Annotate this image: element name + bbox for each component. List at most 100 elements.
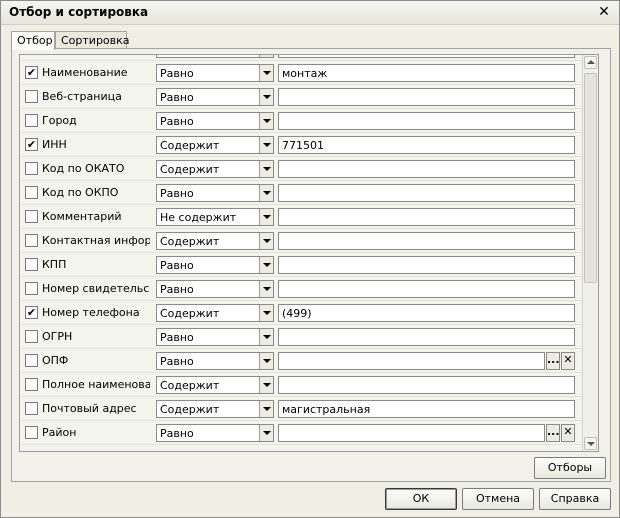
value-input[interactable] — [278, 88, 575, 106]
list-item: ✔ Наименование Равно монтаж — [20, 61, 592, 85]
filter-checkbox[interactable] — [25, 354, 38, 367]
filters-button[interactable]: Отборы — [534, 457, 606, 479]
value-input[interactable] — [278, 232, 575, 250]
value-input[interactable]: (499) — [278, 304, 575, 322]
operator-combo[interactable]: Равно — [156, 256, 274, 274]
filter-checkbox[interactable] — [25, 330, 38, 343]
field-name-label: Код по ОКАТО — [42, 162, 125, 175]
operator-combo[interactable]: Содержит — [156, 232, 274, 250]
dropdown-arrow-icon[interactable] — [259, 377, 273, 393]
dropdown-arrow-icon[interactable] — [259, 257, 273, 273]
value-input[interactable] — [278, 184, 575, 202]
filter-checkbox[interactable] — [25, 90, 38, 103]
filter-checkbox[interactable] — [25, 378, 38, 391]
check-icon: ✔ — [26, 138, 37, 151]
close-icon[interactable]: ✕ — [595, 3, 613, 21]
dropdown-arrow-icon[interactable] — [259, 161, 273, 177]
value-input[interactable]: 771501 — [278, 136, 575, 154]
clear-x-icon[interactable]: ✕ — [561, 424, 575, 442]
filter-checkbox[interactable] — [25, 210, 38, 223]
operator-combo[interactable]: Равно — [156, 64, 274, 82]
dropdown-arrow-icon[interactable] — [259, 65, 273, 81]
ellipsis-icon[interactable]: ... — [546, 424, 560, 442]
operator-combo[interactable]: Содержит — [156, 376, 274, 394]
filter-checkbox[interactable] — [25, 258, 38, 271]
operator-combo[interactable]: Не содержит — [156, 208, 274, 226]
operator-value: Содержит — [160, 235, 220, 248]
operator-value: Равно — [160, 187, 194, 200]
value-input[interactable] — [278, 280, 575, 298]
operator-value: Равно — [160, 331, 194, 344]
scroll-down-icon[interactable] — [584, 437, 597, 450]
list-item: ✔ ИНН Содержит 771501 — [20, 133, 592, 157]
help-button[interactable]: Справка — [539, 488, 611, 510]
dropdown-arrow-icon[interactable] — [259, 353, 273, 369]
dropdown-arrow-icon[interactable] — [259, 233, 273, 249]
value-input[interactable] — [278, 352, 545, 370]
filter-checkbox[interactable] — [25, 282, 38, 295]
check-icon: ✔ — [26, 66, 37, 79]
scroll-thumb[interactable] — [584, 73, 597, 283]
dropdown-arrow-icon[interactable] — [259, 329, 273, 345]
operator-combo[interactable]: Равно — [156, 112, 274, 130]
dropdown-arrow-icon[interactable] — [259, 305, 273, 321]
value-input[interactable] — [278, 112, 575, 130]
ok-button[interactable]: ОК — [385, 488, 457, 510]
filter-checkbox[interactable] — [25, 186, 38, 199]
operator-combo[interactable]: Равно — [156, 424, 274, 442]
filter-checkbox[interactable] — [25, 114, 38, 127]
operator-value: Равно — [160, 67, 194, 80]
window-title: Отбор и сортировка — [9, 5, 149, 19]
operator-combo[interactable]: Содержит — [156, 160, 274, 178]
value-input[interactable] — [278, 424, 545, 442]
dropdown-arrow-icon[interactable] — [259, 425, 273, 441]
list-item: ✔ Номер телефона Содержит (499) — [20, 301, 592, 325]
value-input[interactable]: монтаж — [278, 64, 575, 82]
filter-checkbox[interactable]: ✔ — [25, 66, 38, 79]
ellipsis-icon[interactable]: ... — [546, 352, 560, 370]
cancel-button[interactable]: Отмена — [462, 488, 534, 510]
filter-checkbox[interactable] — [25, 234, 38, 247]
dropdown-arrow-icon[interactable] — [259, 89, 273, 105]
operator-combo[interactable]: Равно — [156, 352, 274, 370]
operator-combo[interactable]: Равно — [156, 88, 274, 106]
scroll-up-icon[interactable] — [584, 56, 597, 69]
dropdown-arrow-icon[interactable] — [259, 185, 273, 201]
value-input[interactable] — [278, 256, 575, 274]
filter-checkbox[interactable]: ✔ — [25, 306, 38, 319]
field-name-label: Веб-страница — [42, 90, 122, 103]
list-item: Район Равно... ✕ — [20, 421, 592, 445]
value-text: магистральная — [282, 403, 371, 416]
list-item: КПП Равно — [20, 253, 592, 277]
field-name-label: ИНН — [42, 138, 67, 151]
operator-combo[interactable]: Содержит — [156, 400, 274, 418]
dropdown-arrow-icon[interactable] — [259, 281, 273, 297]
value-input[interactable] — [278, 55, 575, 58]
dropdown-arrow-icon[interactable] — [259, 113, 273, 129]
filter-checkbox[interactable] — [25, 162, 38, 175]
value-input[interactable]: магистральная — [278, 400, 575, 418]
operator-combo[interactable]: Равно — [156, 280, 274, 298]
dropdown-arrow-icon[interactable] — [259, 137, 273, 153]
dropdown-arrow-icon[interactable] — [259, 401, 273, 417]
filter-panel: ✔ Наименование Равно монтаж Веб-страница Равн… — [11, 48, 611, 482]
filter-checkbox[interactable]: ✔ — [25, 138, 38, 151]
dropdown-arrow-icon[interactable] — [259, 209, 273, 225]
operator-combo[interactable]: Содержит — [156, 304, 274, 322]
value-input[interactable] — [278, 208, 575, 226]
value-input[interactable] — [278, 376, 575, 394]
value-input[interactable] — [278, 328, 575, 346]
tab-filter[interactable]: Отбор — [11, 31, 55, 50]
list-item-partial — [20, 55, 592, 61]
filter-checkbox[interactable] — [25, 426, 38, 439]
operator-combo[interactable]: Равно — [156, 328, 274, 346]
filter-checkbox[interactable] — [25, 402, 38, 415]
vertical-scrollbar[interactable] — [582, 55, 598, 451]
value-input[interactable] — [278, 160, 575, 178]
operator-combo[interactable]: Равно — [156, 184, 274, 202]
tab-sort[interactable]: Сортировка — [55, 31, 130, 49]
operator-combo[interactable] — [156, 55, 274, 58]
clear-x-icon[interactable]: ✕ — [561, 352, 575, 370]
operator-combo[interactable]: Содержит — [156, 136, 274, 154]
dropdown-arrow-icon[interactable] — [259, 55, 273, 57]
